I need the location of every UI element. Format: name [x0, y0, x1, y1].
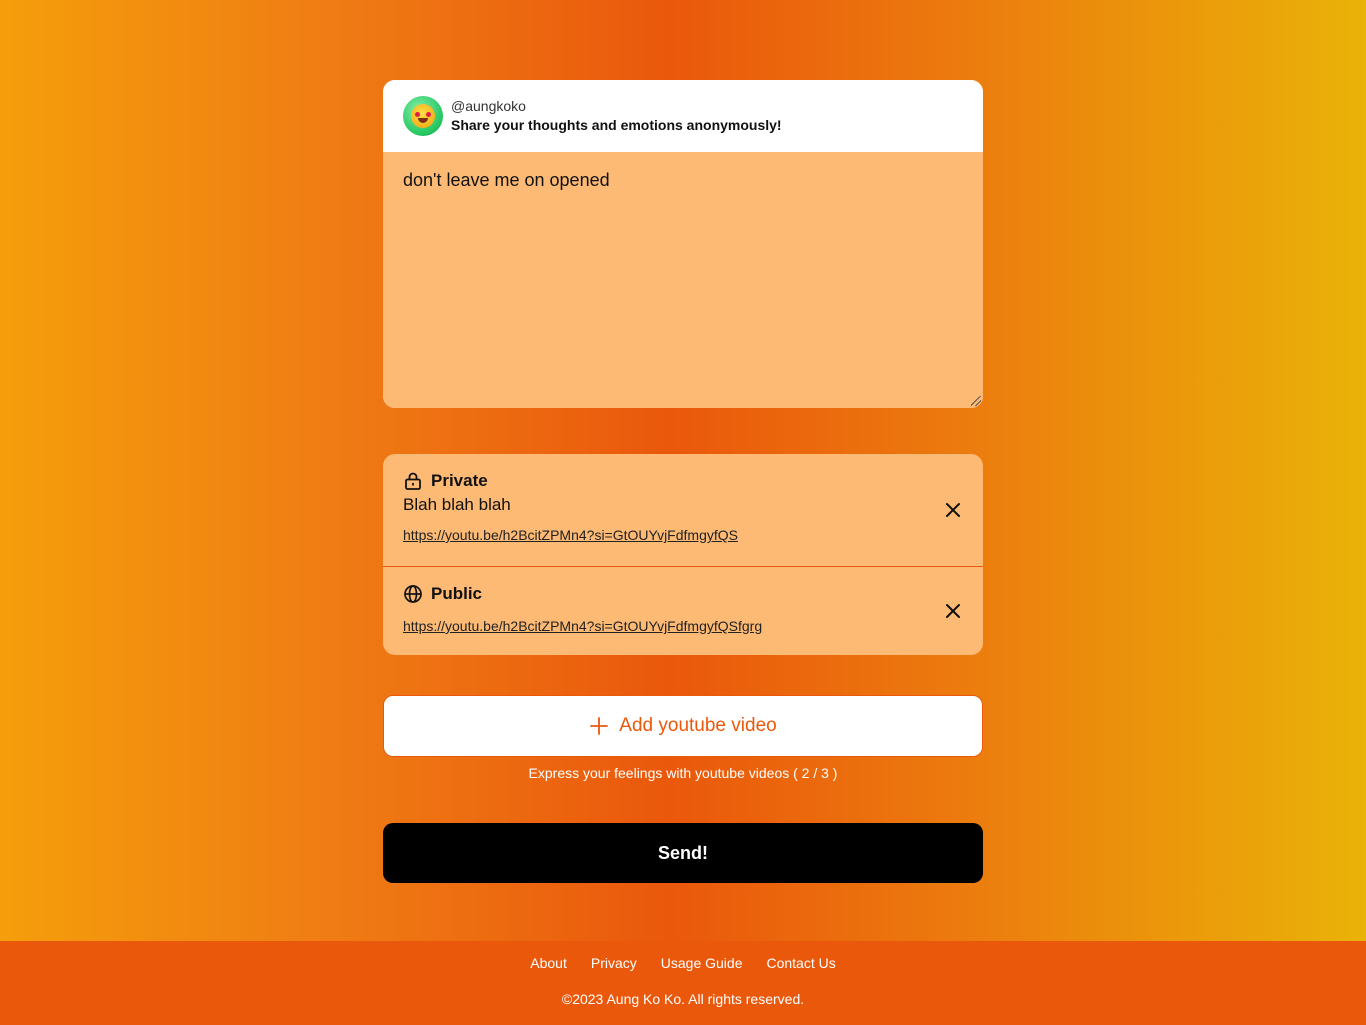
visibility-row: Public — [403, 583, 963, 605]
remove-video-button[interactable] — [943, 500, 963, 520]
profile-text: @aungkoko Share your thoughts and emotio… — [451, 97, 782, 135]
video-note: Blah blah blah — [403, 495, 511, 514]
lock-icon — [403, 471, 423, 491]
footer-link-privacy[interactable]: Privacy — [591, 955, 637, 971]
video-link[interactable]: https://youtu.be/h2BcitZPMn4?si=GtOUYvjF… — [403, 527, 963, 543]
tagline: Share your thoughts and emotions anonymo… — [451, 117, 782, 133]
add-youtube-video-button[interactable]: Add youtube video — [383, 695, 983, 757]
smiling-face-icon — [411, 104, 435, 128]
copyright: ©2023 Aung Ko Ko. All rights reserved. — [561, 991, 805, 1007]
close-icon — [946, 503, 960, 517]
video-count-hint: Express your feelings with youtube video… — [528, 765, 838, 781]
visibility-label: Public — [431, 584, 483, 603]
message-card: @aungkoko Share your thoughts and emotio… — [383, 80, 983, 408]
footer-link-usage-guide[interactable]: Usage Guide — [661, 955, 743, 971]
video-link[interactable]: https://youtu.be/h2BcitZPMn4?si=GtOUYvjF… — [403, 618, 963, 634]
avatar — [403, 96, 443, 136]
footer-link-about[interactable]: About — [530, 955, 567, 971]
username: @aungkoko — [451, 98, 526, 114]
send-button[interactable]: Send! — [383, 823, 983, 883]
profile-header: @aungkoko Share your thoughts and emotio… — [383, 80, 983, 152]
footer-links: About Privacy Usage Guide Contact Us — [0, 955, 1366, 971]
globe-icon — [403, 584, 423, 604]
resize-handle[interactable] — [971, 396, 981, 406]
footer: About Privacy Usage Guide Contact Us ©20… — [0, 941, 1366, 1025]
plus-icon — [589, 716, 609, 736]
message-text: don't leave me on opened — [403, 170, 610, 190]
close-icon — [946, 604, 960, 618]
message-textarea[interactable]: don't leave me on opened — [383, 152, 983, 408]
visibility-row: Private — [403, 470, 963, 492]
remove-video-button[interactable] — [943, 601, 963, 621]
footer-link-contact-us[interactable]: Contact Us — [766, 955, 835, 971]
main-container: @aungkoko Share your thoughts and emotio… — [383, 80, 983, 883]
video-item-public: Public https://youtu.be/h2BcitZPMn4?si=G… — [383, 566, 983, 655]
visibility-label: Private — [431, 471, 488, 490]
video-item-private: Private Blah blah blah https://youtu.be/… — [383, 454, 983, 566]
video-list: Private Blah blah blah https://youtu.be/… — [383, 454, 983, 655]
add-video-label: Add youtube video — [619, 715, 777, 736]
